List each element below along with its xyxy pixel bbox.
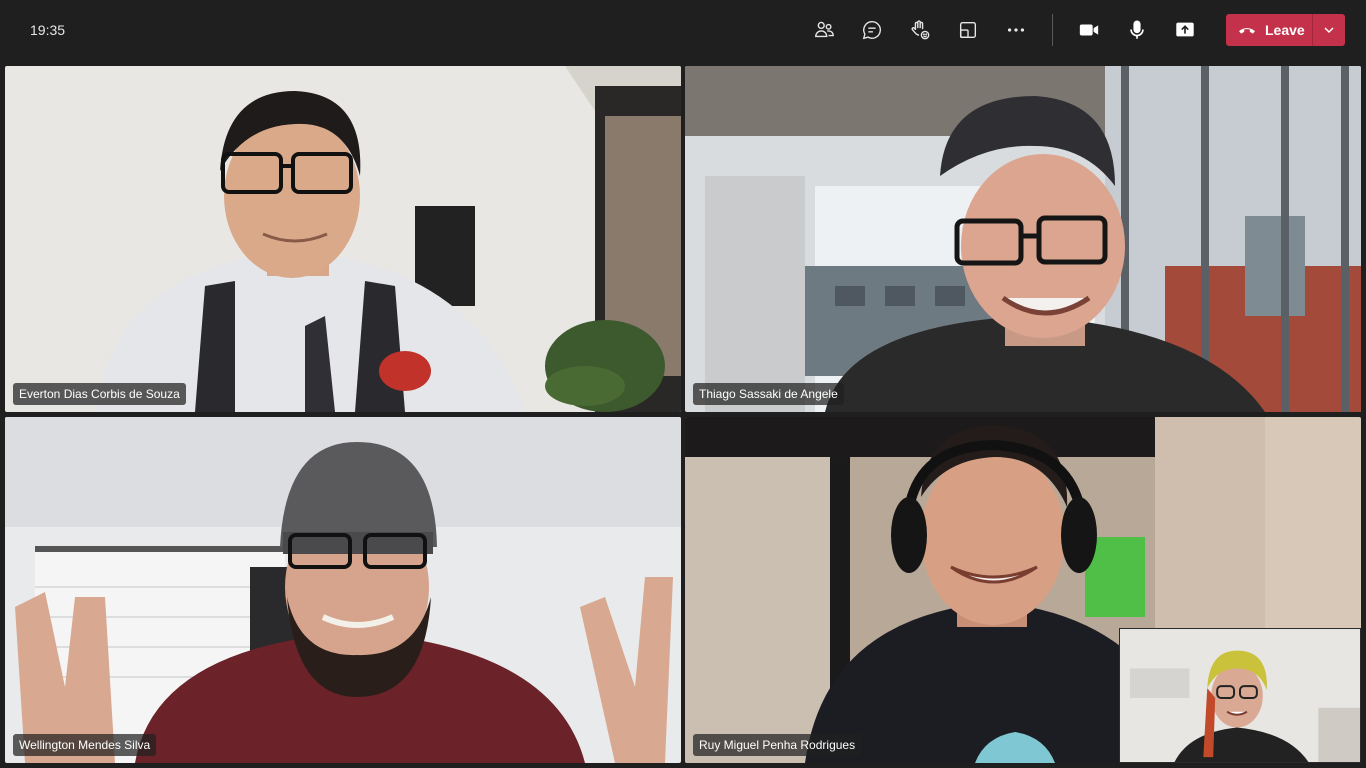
hang-up-icon [1239, 28, 1255, 34]
leave-options-button[interactable] [1313, 14, 1345, 46]
participant-video [685, 66, 1361, 412]
video-tile[interactable]: Everton Dias Corbis de Souza [5, 66, 681, 412]
chat-button[interactable] [856, 14, 888, 46]
video-tile[interactable]: Wellington Mendes Silva [5, 417, 681, 763]
camera-icon [1079, 24, 1099, 36]
leave-button-group: Leave [1226, 14, 1345, 46]
raise-hand-reactions-icon [911, 20, 930, 40]
participant-name: Wellington Mendes Silva [13, 734, 157, 756]
video-tile[interactable]: Thiago Sassaki de Angele [685, 66, 1361, 412]
chevron-down-icon [1324, 27, 1334, 34]
self-video [1120, 629, 1360, 762]
share-tray-button[interactable] [952, 14, 984, 46]
leave-label: Leave [1265, 22, 1305, 38]
meeting-toolbar: 19:35 Leave [0, 0, 1366, 62]
self-view[interactable] [1119, 628, 1361, 763]
share-screen-button[interactable] [1169, 14, 1201, 46]
meeting-timer: 19:35 [30, 22, 66, 38]
participant-video [5, 417, 681, 763]
leave-button[interactable]: Leave [1226, 14, 1312, 46]
microphone-button[interactable] [1121, 14, 1153, 46]
participant-name: Everton Dias Corbis de Souza [13, 383, 186, 405]
more-icon [1007, 28, 1025, 32]
participants-button[interactable] [808, 14, 840, 46]
share-screen-icon [1176, 22, 1194, 37]
participant-name: Thiago Sassaki de Angele [693, 383, 844, 405]
share-tray-icon [959, 21, 977, 39]
chat-icon [862, 21, 881, 40]
reactions-button[interactable] [904, 14, 936, 46]
participant-name: Ruy Miguel Penha Rodrigues [693, 734, 862, 756]
toolbar-divider [1052, 14, 1053, 46]
more-actions-button[interactable] [1000, 14, 1032, 46]
microphone-icon [1130, 20, 1144, 39]
participant-video [5, 66, 681, 412]
camera-button[interactable] [1073, 14, 1105, 46]
people-icon [815, 21, 834, 38]
